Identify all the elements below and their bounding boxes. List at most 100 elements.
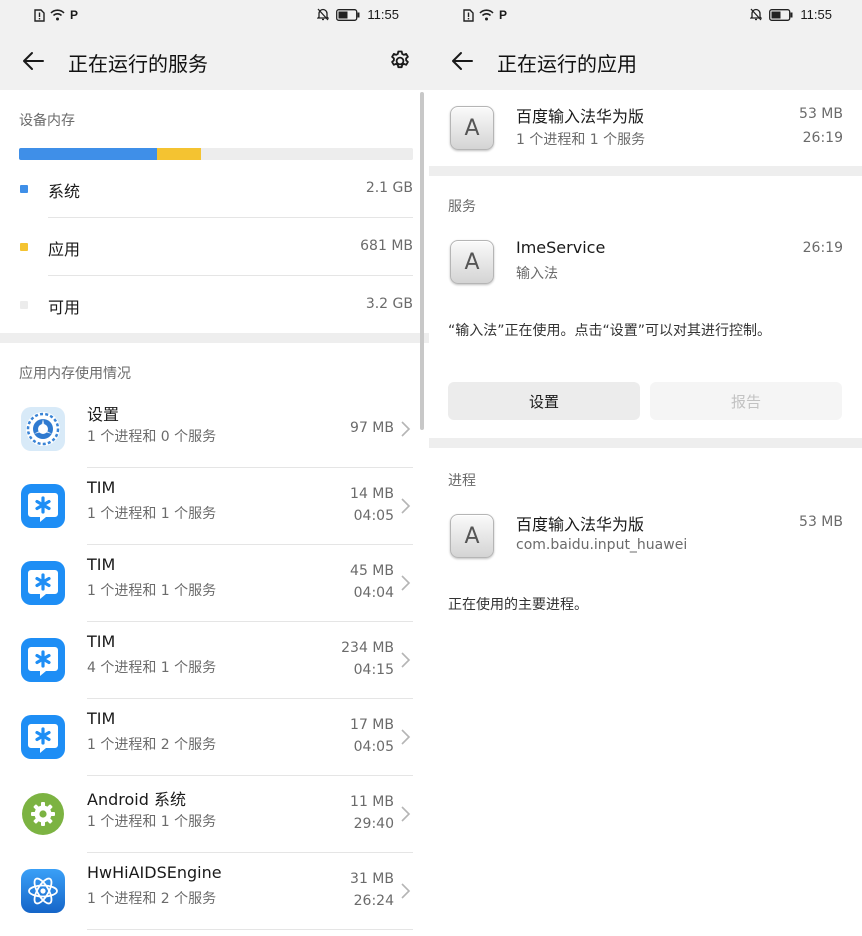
wifi-icon (50, 9, 65, 21)
app-memory-size: 97 MB (350, 420, 394, 436)
section-separator (429, 166, 862, 176)
app-row-android-system[interactable]: Android 系统 1 个进程和 1 个服务 11 MB 29:40 (0, 776, 429, 853)
app-row-tim-2[interactable]: TIM 1 个进程和 1 个服务 45 MB 04:04 (0, 545, 429, 622)
sim-alert-icon (463, 8, 474, 22)
service-description: “输入法”正在使用。点击“设置”可以对其进行控制。 (448, 323, 772, 339)
status-bar: P 11:55 (0, 0, 429, 32)
app-process-count: 1 个进程和 1 个服务 (87, 583, 217, 599)
chevron-right-icon (401, 652, 411, 668)
app-memory-size: 17 MB (350, 717, 394, 733)
app-name: 百度输入法华为版 (516, 107, 645, 126)
top-app-bar: 正在运行的应用 (429, 32, 862, 90)
app-run-time: 04:15 (353, 662, 394, 678)
wifi-icon (479, 9, 494, 21)
app-process-count: 1 个进程和 1 个服务 (516, 132, 646, 148)
app-run-time: 26:24 (353, 893, 394, 909)
legend-row-available: 可用 3.2 GB (19, 276, 413, 334)
divider (87, 929, 413, 930)
settings-app-icon (21, 407, 65, 451)
baidu-ime-icon: A (450, 514, 494, 558)
app-name: HwHiAIDSEngine (87, 863, 222, 882)
app-row-tim-1[interactable]: TIM 1 个进程和 1 个服务 14 MB 04:05 (0, 468, 429, 545)
legend-label: 系统 (48, 182, 81, 201)
chevron-right-icon (401, 806, 411, 822)
app-memory-size: 45 MB (350, 563, 394, 579)
baidu-ime-icon: A (450, 106, 494, 150)
tim-app-icon (21, 484, 65, 528)
clock: 11:55 (800, 7, 832, 22)
process-name: 百度输入法华为版 (516, 515, 645, 534)
app-name: TIM (87, 478, 116, 497)
section-separator (0, 333, 429, 343)
app-run-time: 04:04 (353, 585, 394, 601)
back-arrow-icon (23, 52, 44, 70)
battery-icon (769, 8, 793, 21)
app-memory-size: 53 MB (799, 106, 843, 122)
app-run-time: 26:19 (802, 130, 843, 146)
service-subtitle: 输入法 (516, 266, 558, 282)
service-settings-button[interactable]: 设置 (448, 382, 640, 420)
gear-icon (391, 50, 409, 69)
report-button[interactable]: 报告 (650, 382, 842, 420)
back-button[interactable] (18, 46, 48, 76)
process-memory-size: 53 MB (799, 514, 843, 530)
memory-bar-segment-0 (19, 148, 157, 160)
page-title: 正在运行的应用 (497, 52, 637, 76)
app-process-count: 1 个进程和 0 个服务 (87, 429, 217, 445)
status-bar: P 11:55 (429, 0, 862, 32)
app-process-count: 1 个进程和 2 个服务 (87, 737, 217, 753)
app-name: 设置 (87, 405, 120, 424)
battery-icon (336, 8, 360, 21)
app-row-tim-3[interactable]: TIM 4 个进程和 1 个服务 234 MB 04:15 (0, 622, 429, 699)
app-row-settings[interactable]: 设置 1 个进程和 0 个服务 97 MB (0, 391, 429, 468)
services-label: 服务 (448, 199, 476, 215)
app-name: Android 系统 (87, 790, 186, 809)
chevron-right-icon (401, 729, 411, 745)
process-description: 正在使用的主要进程。 (448, 597, 588, 613)
device-memory-label: 设备内存 (19, 113, 75, 129)
app-process-count: 4 个进程和 1 个服务 (87, 660, 217, 676)
legend-label: 应用 (48, 240, 81, 259)
parking-notification-icon: P (70, 8, 79, 22)
tim-app-icon (21, 638, 65, 682)
processes-label: 进程 (448, 473, 476, 489)
app-name: TIM (87, 709, 116, 728)
back-button[interactable] (447, 46, 477, 76)
app-run-time: 04:05 (353, 508, 394, 524)
process-package: com.baidu.input_huawei (516, 537, 688, 553)
app-memory-size: 31 MB (350, 871, 394, 887)
legend-value: 2.1 GB (365, 180, 413, 196)
memory-bar-segment-2 (201, 148, 413, 160)
app-memory-size: 11 MB (350, 794, 394, 810)
legend-row-system: 系统 2.1 GB (19, 160, 413, 218)
app-name: TIM (87, 555, 116, 574)
running-services-screen: P 11:55 正在运行的服务 设备内存 系统 2.1 GB 应用 681 MB… (0, 0, 429, 936)
atom-app-icon (21, 869, 65, 913)
clock: 11:55 (367, 7, 399, 22)
settings-button[interactable] (385, 46, 415, 76)
legend-value: 681 MB (360, 238, 413, 254)
chevron-right-icon (401, 883, 411, 899)
running-app-detail-screen: P 11:55 正在运行的应用 A 百度输入法华为版 1 个进程和 1 个服务 … (429, 0, 862, 936)
section-separator (429, 438, 862, 448)
app-memory-size: 14 MB (350, 486, 394, 502)
legend-row-apps: 应用 681 MB (19, 218, 413, 276)
app-process-count: 1 个进程和 1 个服务 (87, 814, 217, 830)
tim-app-icon (21, 715, 65, 759)
page-title: 正在运行的服务 (68, 52, 208, 76)
back-arrow-icon (452, 52, 473, 70)
bell-off-icon (750, 8, 763, 21)
legend-value: 3.2 GB (365, 296, 413, 312)
app-memory-label: 应用内存使用情况 (19, 366, 131, 382)
chevron-right-icon (401, 498, 411, 514)
app-row-tim-4[interactable]: TIM 1 个进程和 2 个服务 17 MB 04:05 (0, 699, 429, 776)
parking-notification-icon: P (499, 8, 508, 22)
top-app-bar: 正在运行的服务 (0, 32, 429, 90)
scrollbar[interactable] (420, 92, 424, 430)
memory-bar-segment-1 (156, 148, 202, 160)
app-memory-size: 234 MB (341, 640, 394, 656)
legend-dot-available (20, 301, 28, 309)
bell-off-icon (317, 8, 330, 21)
chevron-right-icon (401, 575, 411, 591)
app-row-hwhiaidsengine[interactable]: HwHiAIDSEngine 1 个进程和 2 个服务 31 MB 26:24 (0, 853, 429, 930)
